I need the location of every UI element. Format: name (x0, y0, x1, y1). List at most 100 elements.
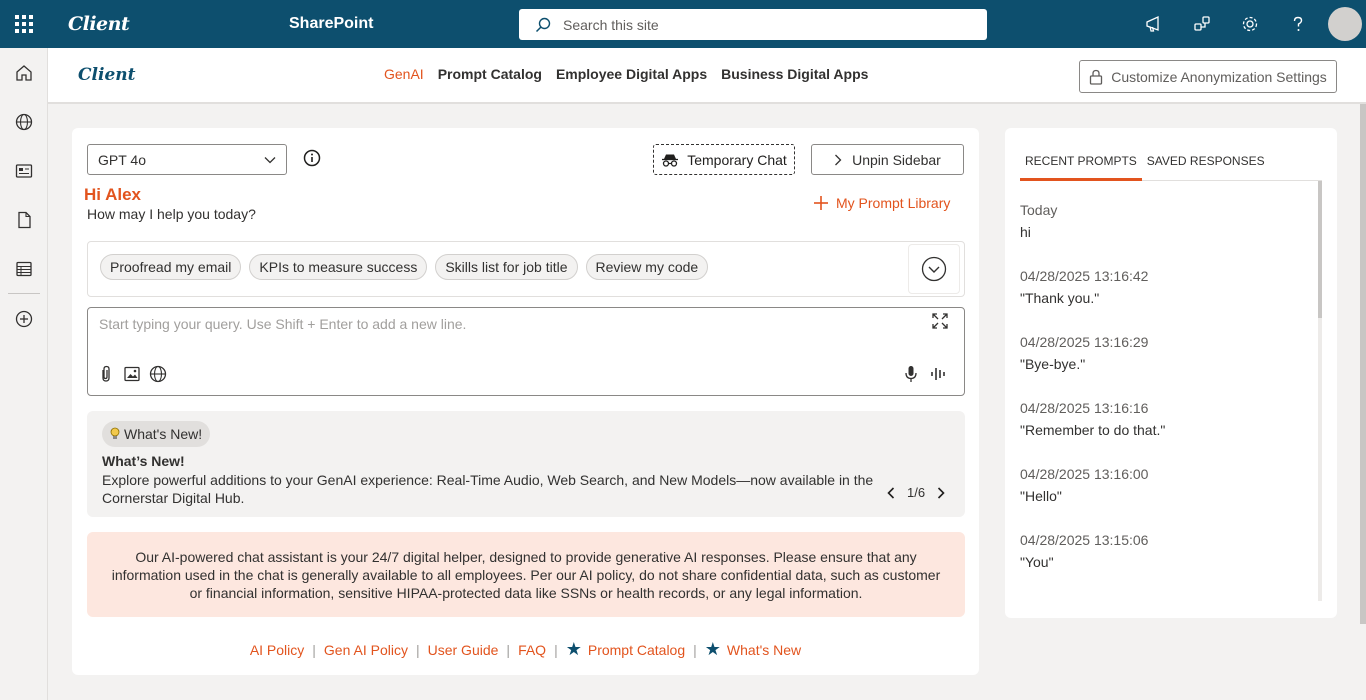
help-icon[interactable] (1274, 0, 1322, 48)
prompt-date: 04/28/2025 13:16:00 (1020, 466, 1149, 482)
chevron-down-circle-icon (921, 256, 947, 282)
list-item[interactable]: Today hi (1020, 202, 1320, 268)
prompt-date: 04/28/2025 13:16:42 (1020, 268, 1149, 284)
link-faq[interactable]: FAQ (518, 642, 546, 658)
list-item[interactable]: 04/28/2025 13:16:29 "Bye-bye." (1020, 334, 1320, 400)
chevron-down-icon (264, 156, 276, 163)
whats-new-badge: What's New! (102, 421, 211, 447)
separator: | (554, 641, 558, 658)
greeting: Hi Alex (84, 185, 142, 204)
separator: | (415, 641, 420, 658)
prompt-text: "You" (1020, 554, 1054, 570)
separator: | (506, 641, 511, 658)
chip-proofread[interactable]: Proofread my email (100, 254, 242, 280)
tab-recent-prompts[interactable]: RECENT PROMPTS (1020, 148, 1142, 181)
whats-new-title: What’s New! (102, 453, 185, 469)
megaphone-icon[interactable] (1130, 0, 1178, 48)
chip-skills-list[interactable]: Skills list for job title (435, 254, 578, 280)
brand-logo[interactable]: Client (68, 13, 130, 35)
footer-links: AI Policy | Gen AI Policy | User Guide |… (72, 639, 979, 660)
search-box[interactable] (519, 9, 987, 40)
prompt-library-label: My Prompt Library (836, 195, 951, 211)
chevron-right-icon[interactable] (937, 486, 945, 499)
left-rail (0, 48, 48, 700)
prompt-date: 04/28/2025 13:15:06 (1020, 532, 1149, 548)
temporary-chat-button[interactable]: Temporary Chat (653, 144, 795, 175)
lightbulb-icon (110, 427, 120, 439)
share-icon[interactable] (1178, 0, 1226, 48)
prompt-text: "Bye-bye." (1020, 356, 1086, 372)
prompt-date: Today (1020, 202, 1058, 218)
separator: | (693, 641, 697, 658)
chip-review-code[interactable]: Review my code (585, 254, 709, 280)
home-icon[interactable] (0, 48, 48, 97)
add-icon[interactable] (0, 294, 48, 343)
top-nav: GenAI Prompt Catalog Employee Digital Ap… (384, 66, 868, 82)
gear-icon[interactable] (1226, 0, 1274, 48)
chat-panel: GPT 4o Temporary Chat Unpin Sidebar Hi A… (72, 128, 979, 675)
search-icon (535, 17, 551, 32)
prompt-text: hi (1020, 224, 1031, 240)
suggested-prompts: Proofread my email KPIs to measure succe… (87, 241, 965, 297)
list-item[interactable]: 04/28/2025 13:16:16 "Remember to do that… (1020, 400, 1320, 466)
recent-prompts-list: Today hi 04/28/2025 13:16:42 "Thank you.… (1020, 202, 1320, 598)
nav-employee-digital-apps[interactable]: Employee Digital Apps (556, 66, 707, 82)
link-gen-ai-policy[interactable]: Gen AI Policy (324, 642, 408, 658)
lock-icon (1090, 69, 1103, 85)
plus-icon (814, 196, 828, 210)
app-launcher-icon[interactable] (0, 0, 48, 48)
page-scrollbar[interactable] (1360, 104, 1366, 624)
list-item[interactable]: 04/28/2025 13:16:00 "Hello" (1020, 466, 1320, 532)
link-prompt-catalog[interactable]: ★ Prompt Catalog (566, 639, 685, 660)
chip-kpis[interactable]: KPIs to measure success (249, 254, 428, 280)
nav-genai[interactable]: GenAI (384, 66, 424, 82)
prompt-text: "Thank you." (1020, 290, 1100, 306)
list-icon[interactable] (0, 244, 48, 293)
prompt-text: "Remember to do that." (1020, 422, 1166, 438)
model-selected: GPT 4o (98, 151, 146, 168)
pager-count: 1/6 (907, 485, 926, 500)
model-select[interactable]: GPT 4o (87, 144, 287, 175)
link-user-guide[interactable]: User Guide (428, 642, 499, 658)
customize-anonymization-button[interactable]: Customize Anonymization Settings (1079, 60, 1337, 93)
document-icon[interactable] (0, 195, 48, 244)
search-input[interactable] (563, 16, 963, 33)
fullscreen-icon[interactable] (932, 313, 948, 329)
list-item[interactable]: 04/28/2025 13:16:42 "Thank you." (1020, 268, 1320, 334)
unpin-sidebar-label: Unpin Sidebar (852, 151, 941, 168)
whats-new-card: What's New! What’s New! Explore powerful… (87, 411, 965, 517)
link-whats-new[interactable]: ★ What's New (705, 639, 801, 660)
info-icon[interactable] (303, 149, 321, 167)
query-input[interactable] (99, 316, 919, 336)
avatar[interactable] (1328, 7, 1362, 41)
prompt-text: "Hello" (1020, 488, 1062, 504)
attachment-icon[interactable] (97, 365, 115, 383)
site-header: Client GenAI Prompt Catalog Employee Dig… (48, 48, 1366, 104)
prompts-sidebar: RECENT PROMPTS SAVED RESPONSES Today hi … (1005, 128, 1337, 618)
whats-new-badge-label: What's New! (124, 426, 203, 442)
prompt-date: 04/28/2025 13:16:29 (1020, 334, 1149, 350)
whats-new-pager: 1/6 (887, 485, 945, 500)
site-logo[interactable]: Client (78, 65, 135, 85)
globe-icon[interactable] (0, 97, 48, 146)
chevron-left-icon[interactable] (887, 486, 895, 499)
web-search-icon[interactable] (149, 365, 167, 383)
sidebar-scrollbar-thumb[interactable] (1318, 181, 1322, 318)
news-icon[interactable] (0, 146, 48, 195)
my-prompt-library-link[interactable]: My Prompt Library (814, 195, 950, 211)
expand-chips-button[interactable] (908, 244, 960, 294)
voice-mode-icon[interactable] (930, 365, 948, 383)
incognito-icon (662, 154, 679, 167)
unpin-sidebar-button[interactable]: Unpin Sidebar (811, 144, 964, 175)
image-icon[interactable] (123, 365, 141, 383)
nav-prompt-catalog[interactable]: Prompt Catalog (438, 66, 542, 82)
list-item[interactable]: 04/28/2025 13:15:06 "You" (1020, 532, 1320, 598)
customize-label: Customize Anonymization Settings (1111, 68, 1327, 85)
app-name[interactable]: SharePoint (289, 15, 373, 33)
sidebar-tabs: RECENT PROMPTS SAVED RESPONSES (1020, 148, 1322, 181)
link-ai-policy[interactable]: AI Policy (250, 642, 304, 658)
tab-saved-responses[interactable]: SAVED RESPONSES (1142, 148, 1270, 181)
nav-business-digital-apps[interactable]: Business Digital Apps (721, 66, 868, 82)
chevron-right-icon (835, 154, 842, 165)
microphone-icon[interactable] (902, 365, 920, 383)
